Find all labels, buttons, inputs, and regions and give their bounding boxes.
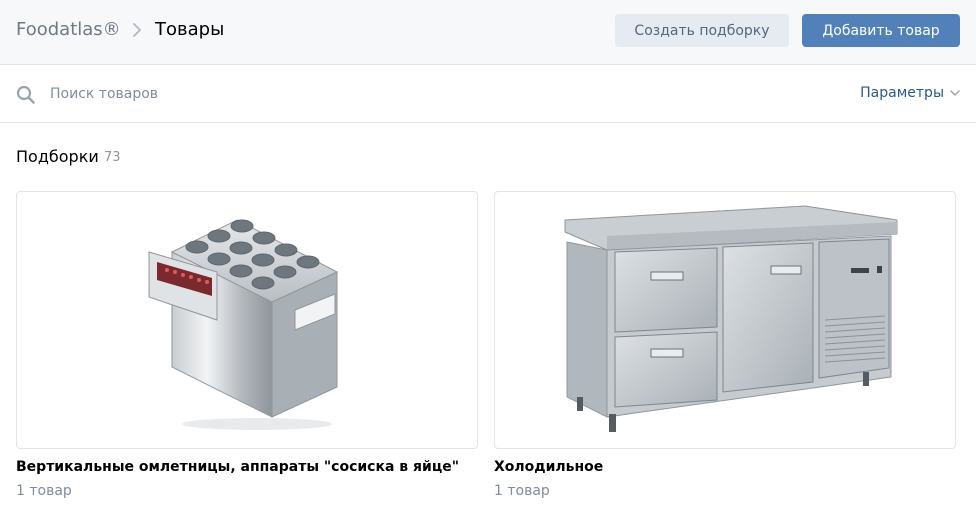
- page-header: Foodatlas® Товары Создать подборку Добав…: [0, 0, 976, 65]
- collection-title[interactable]: Холодильное: [494, 459, 603, 475]
- search-icon: [16, 85, 35, 104]
- search-bar: Параметры: [0, 66, 976, 123]
- create-collection-button[interactable]: Создать подборку: [615, 14, 789, 47]
- collection-title[interactable]: Вертикальные омлетницы, аппараты "сосиск…: [16, 459, 459, 475]
- chevron-down-icon: [950, 90, 960, 96]
- refrigerated-counter-image: [564, 205, 898, 432]
- parameters-dropdown[interactable]: Параметры: [860, 85, 960, 101]
- collections-heading: Подборки: [16, 147, 99, 166]
- add-product-button[interactable]: Добавить товар: [802, 14, 960, 47]
- collection-card-refrigeration[interactable]: [494, 191, 956, 449]
- collection-item-count: 1 товар: [16, 483, 72, 499]
- breadcrumb-community[interactable]: Foodatlas®: [16, 19, 121, 40]
- chevron-right-icon: [133, 23, 141, 37]
- page-title: Товары: [155, 19, 225, 40]
- egg-roll-machine-image: [148, 219, 339, 430]
- collections-count: 73: [104, 150, 121, 165]
- collection-card-omelette-makers[interactable]: [16, 191, 478, 449]
- search-input[interactable]: [50, 80, 610, 108]
- parameters-label: Параметры: [860, 85, 944, 101]
- collection-item-count: 1 товар: [494, 483, 550, 499]
